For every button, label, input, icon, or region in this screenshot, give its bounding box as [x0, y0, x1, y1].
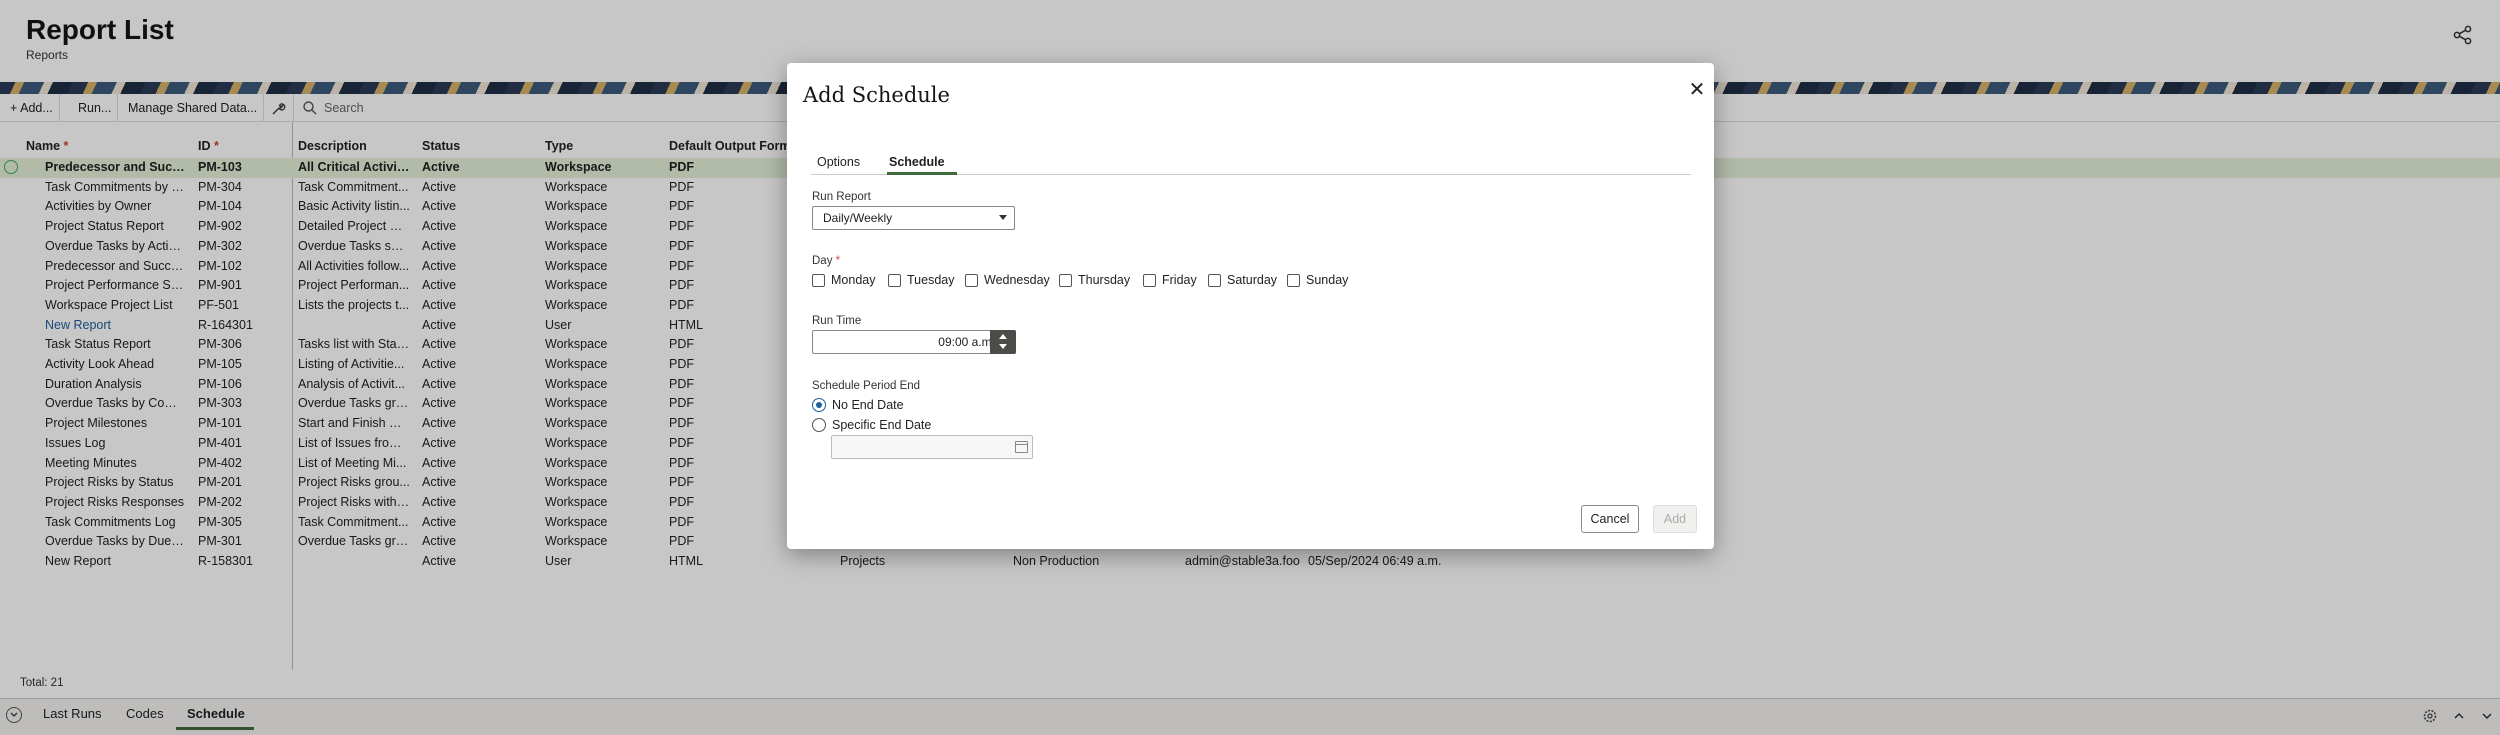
checkbox-label-thursday: Thursday: [1078, 273, 1131, 287]
checkbox-saturday[interactable]: [1208, 274, 1221, 287]
radio-selected-dot: [816, 402, 822, 408]
end-date-input: [831, 435, 1033, 459]
radio-label-no-end-date: No End Date: [832, 398, 904, 412]
run-time-label: Run Time: [812, 315, 862, 327]
checkbox-friday[interactable]: [1143, 274, 1156, 287]
checkbox-sunday[interactable]: [1287, 274, 1300, 287]
checkbox-monday[interactable]: [812, 274, 825, 287]
checkbox-label-monday: Monday: [831, 273, 876, 287]
cancel-button[interactable]: Cancel: [1581, 505, 1639, 533]
checkbox-label-tuesday: Tuesday: [907, 273, 955, 287]
day-label: Day *: [812, 255, 841, 267]
close-icon[interactable]: ✕: [1688, 80, 1706, 100]
run-time-value: 09:00 a.m.: [938, 335, 995, 349]
radio-label-specific-end-date: Specific End Date: [832, 418, 932, 432]
dropdown-arrow-icon: [999, 215, 1007, 220]
checkbox-tuesday[interactable]: [888, 274, 901, 287]
calendar-icon: [1015, 441, 1028, 453]
add-schedule-dialog: Add Schedule ✕ Options Schedule Run Repo…: [787, 63, 1714, 549]
run-report-select[interactable]: Daily/Weekly: [812, 206, 1015, 230]
checkbox-wednesday[interactable]: [965, 274, 978, 287]
time-spinner[interactable]: [990, 330, 1016, 354]
checkbox-label-friday: Friday: [1162, 273, 1197, 287]
run-report-label: Run Report: [812, 191, 871, 203]
run-report-value: Daily/Weekly: [823, 211, 893, 225]
dialog-active-tab-indicator: [887, 172, 957, 175]
checkbox-label-saturday: Saturday: [1227, 273, 1278, 287]
radio-specific-end-date[interactable]: [812, 418, 826, 432]
spinner-down-icon[interactable]: [999, 344, 1007, 349]
tab-schedule-dialog[interactable]: Schedule: [889, 155, 945, 169]
radio-no-end-date[interactable]: [812, 398, 826, 412]
checkbox-label-wednesday: Wednesday: [984, 273, 1050, 287]
spinner-up-icon[interactable]: [999, 334, 1007, 339]
schedule-period-end-label: Schedule Period End: [812, 380, 921, 392]
dialog-title: Add Schedule: [803, 83, 950, 107]
run-time-input[interactable]: 09:00 a.m.: [812, 330, 1003, 354]
checkbox-thursday[interactable]: [1059, 274, 1072, 287]
checkbox-label-sunday: Sunday: [1306, 273, 1349, 287]
tab-options[interactable]: Options: [817, 155, 860, 169]
add-button-dialog[interactable]: Add: [1653, 505, 1697, 533]
